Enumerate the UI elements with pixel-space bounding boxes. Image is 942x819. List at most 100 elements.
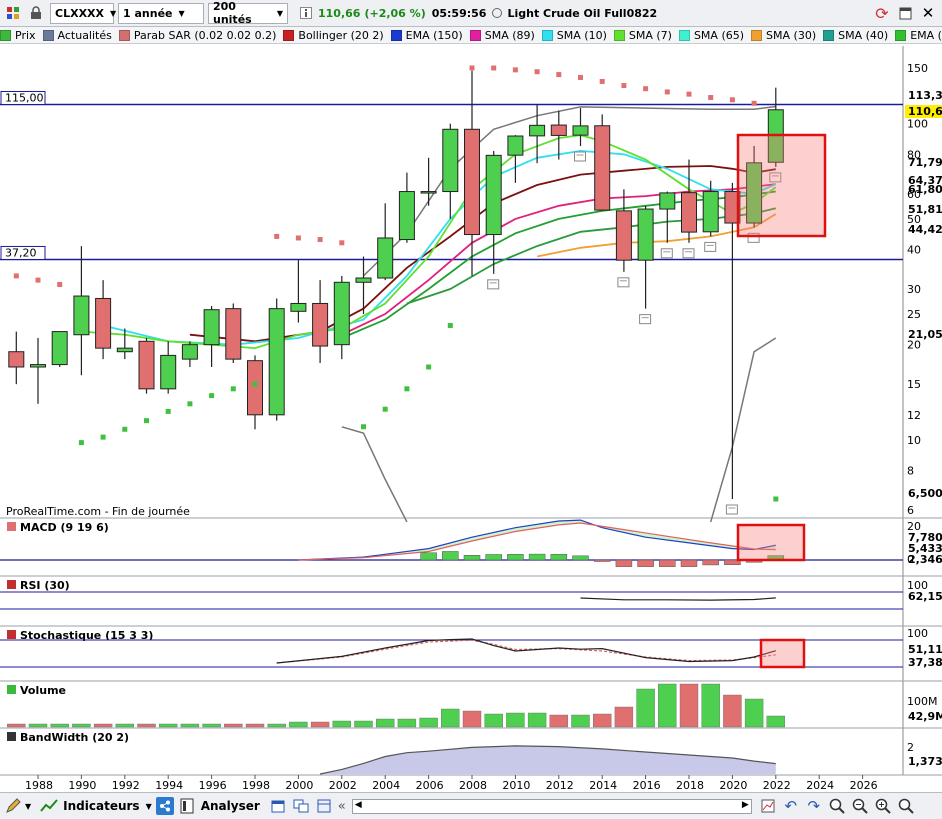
macd-histogram-bar — [528, 553, 546, 561]
candle-body — [312, 302, 329, 347]
right-value-label: 71,794 — [908, 156, 942, 169]
legend-swatch — [895, 29, 907, 41]
price-chart[interactable]: 6810121520253040506080100150115,0037,201… — [0, 0, 942, 819]
legend-item[interactable]: EMA (150) — [390, 29, 463, 42]
x-tick-label: 1998 — [242, 779, 270, 792]
sar-dot — [708, 95, 714, 101]
volume-bar — [549, 714, 568, 728]
x-tick-label: 2002 — [329, 779, 357, 792]
volume-bar — [419, 717, 438, 728]
legend-item[interactable]: Parab SAR (0.02 0.02 0.2) — [118, 29, 276, 42]
legend-item[interactable]: SMA (65) — [678, 29, 744, 42]
candle-body — [160, 354, 177, 390]
template-icon[interactable] — [314, 796, 334, 816]
stoch-k-line — [276, 638, 776, 664]
sar-dot — [447, 322, 453, 328]
y-tick-label: 60 — [907, 188, 921, 201]
close-icon[interactable]: ✕ — [918, 3, 938, 23]
y-tick-label: 2 — [907, 741, 914, 754]
zoom-fit-icon[interactable] — [827, 796, 847, 816]
x-tick-label: 2010 — [502, 779, 530, 792]
analyze-button[interactable]: Analyser — [201, 799, 260, 813]
x-tick-label: 2026 — [850, 779, 878, 792]
legend-item[interactable]: Actualités — [42, 29, 112, 42]
zoom-in-icon[interactable] — [873, 796, 893, 816]
refresh-icon[interactable]: ⟳ — [872, 3, 892, 23]
chevron-down-icon[interactable]: ▼ — [25, 802, 31, 811]
undo-icon[interactable]: ↶ — [781, 796, 801, 816]
candle-body — [290, 302, 307, 312]
right-value-label: 62,154 — [908, 590, 942, 603]
right-value-label: 61,809 — [908, 183, 942, 196]
lock-icon[interactable] — [26, 3, 46, 23]
symbol-select[interactable]: CLXXXX ▼ — [50, 2, 116, 24]
scroll-right-icon[interactable]: ▶ — [742, 800, 749, 810]
chevron-down-icon[interactable]: ▼ — [146, 802, 152, 811]
draw-pencil-icon[interactable] — [3, 796, 23, 816]
candle-body — [572, 125, 589, 136]
right-value-label: 110,66 — [908, 105, 942, 118]
zoom-out-icon[interactable] — [850, 796, 870, 816]
legend-item[interactable]: SMA (10) — [541, 29, 607, 42]
candle-body — [377, 237, 394, 279]
candle-body — [333, 281, 350, 346]
windows-icon[interactable] — [291, 796, 311, 816]
share-icon[interactable] — [155, 797, 174, 815]
analyze-icon[interactable] — [177, 796, 197, 816]
volume-bar — [766, 715, 785, 728]
period-select[interactable]: 1 année ▼ — [118, 2, 204, 24]
sar-dot — [165, 408, 171, 414]
macd-histogram-bar — [442, 551, 459, 561]
right-value-label: 113,32 — [908, 89, 942, 102]
panel-swatch — [7, 685, 16, 694]
scroll-left-icon[interactable]: ◀ — [355, 800, 362, 810]
sma10-line — [102, 149, 777, 346]
indicators-icon[interactable] — [39, 796, 59, 816]
y-tick-label: 40 — [907, 243, 921, 256]
zoom-reset-icon[interactable] — [896, 796, 916, 816]
volume-bar — [115, 723, 135, 728]
legend-item[interactable]: SMA (89) — [469, 29, 535, 42]
chevron-down-icon: ▼ — [276, 8, 283, 18]
grid-icon[interactable] — [3, 3, 23, 23]
chart-style-icon[interactable] — [758, 796, 778, 816]
right-value-label: 7,7806 — [908, 531, 942, 544]
y-tick-label: 10 — [907, 434, 921, 447]
news-icon — [704, 241, 717, 252]
legend-label: Prix — [15, 28, 36, 42]
x-tick-label: 1988 — [25, 779, 53, 792]
sma30-line — [536, 213, 777, 258]
units-select[interactable]: 200 unités ▼ — [208, 0, 288, 26]
panel-title: MACD (9 19 6) — [20, 521, 109, 534]
right-value-label: 51,110 — [908, 643, 942, 656]
volume-bar — [744, 698, 764, 728]
legend-item[interactable]: Bollinger (20 2) — [283, 29, 384, 42]
scroll-back-icon[interactable]: « — [338, 799, 346, 814]
info-icon[interactable] — [296, 3, 316, 23]
maximize-icon[interactable] — [895, 3, 915, 23]
legend-label: EMA (2 — [910, 28, 942, 42]
units-value: 200 unités — [213, 0, 252, 26]
candle-body — [615, 210, 632, 261]
sar-dot — [773, 496, 779, 502]
right-value-label: 5,4337 — [908, 542, 942, 555]
news-icon — [660, 248, 673, 259]
stoch-d-line — [276, 639, 776, 664]
horizontal-scrollbar[interactable]: ◀ ▶ — [351, 798, 752, 814]
legend-item[interactable]: EMA (2 — [895, 29, 942, 42]
right-value-label: 37,381 — [908, 656, 942, 669]
macd-line — [298, 519, 776, 561]
y-tick-label: 100M — [907, 695, 938, 708]
redo-icon[interactable]: ↷ — [804, 796, 824, 816]
legend-item[interactable]: Prix — [0, 29, 36, 42]
sar-dot — [534, 69, 540, 75]
volume-bar — [354, 720, 373, 728]
calendar-icon[interactable] — [268, 796, 288, 816]
legend-item[interactable]: SMA (40) — [823, 29, 888, 42]
volume-bar — [484, 713, 503, 728]
indicators-button[interactable]: Indicateurs — [63, 799, 139, 813]
candle-body — [95, 297, 112, 349]
macd-histogram-bar — [593, 559, 611, 562]
legend-item[interactable]: SMA (7) — [613, 29, 672, 42]
legend-item[interactable]: SMA (30) — [751, 29, 816, 42]
